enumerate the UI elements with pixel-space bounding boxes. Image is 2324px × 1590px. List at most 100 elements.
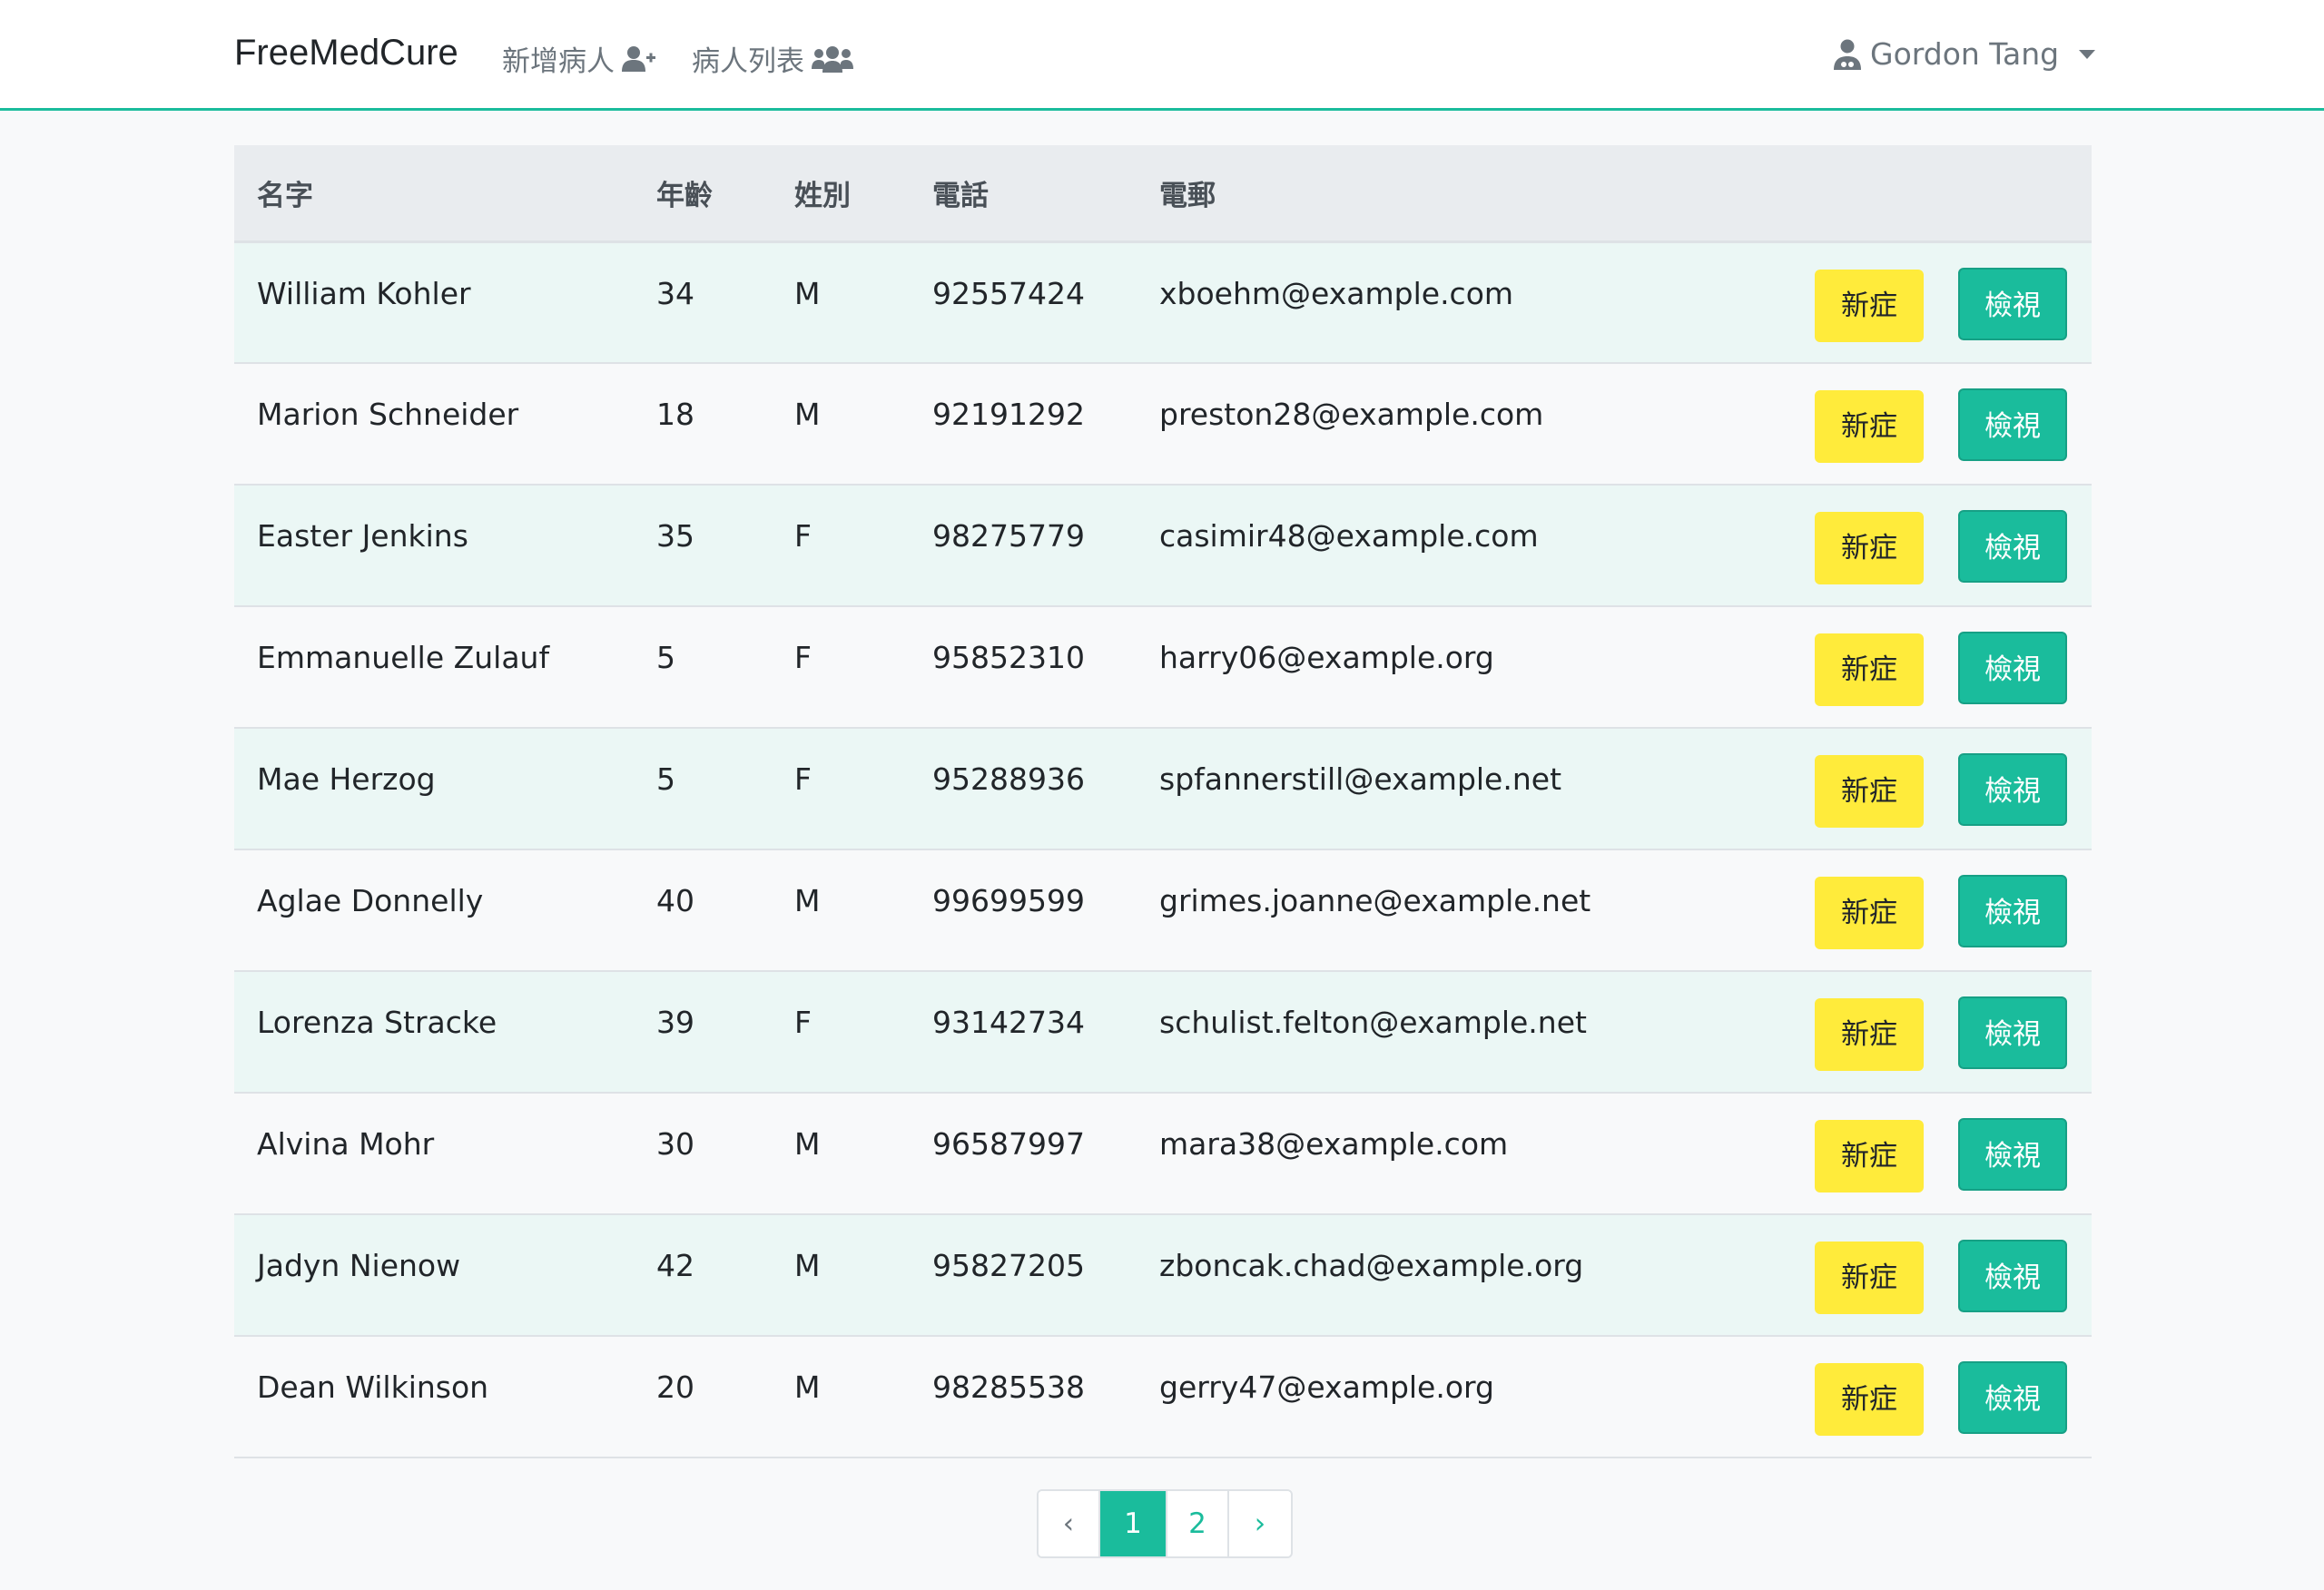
cell-phone: 95827205	[932, 1248, 1085, 1283]
cell-phone: 96587997	[932, 1126, 1085, 1162]
cell-sex: F	[794, 1005, 812, 1040]
cell-email: gerry47@example.org	[1159, 1369, 1494, 1405]
pagination: ‹ 1 2 ›	[1037, 1489, 1293, 1558]
cell-name: Jadyn Nienow	[257, 1248, 461, 1283]
cell-age: 18	[656, 397, 694, 432]
cell-age: 5	[656, 761, 675, 797]
header-name: 名字	[234, 145, 634, 243]
view-button[interactable]: 檢視	[1958, 875, 2067, 947]
pagination-page-2[interactable]: 2	[1167, 1491, 1229, 1556]
user-doctor-icon	[1834, 39, 1861, 70]
cell-name: Alvina Mohr	[257, 1126, 435, 1162]
header-email: 電郵	[1137, 145, 1754, 243]
pagination-prev[interactable]: ‹	[1039, 1491, 1100, 1556]
cell-sex: M	[794, 397, 821, 432]
cell-actions: 新症 檢視	[1754, 728, 2092, 849]
cell-actions: 新症 檢視	[1754, 363, 2092, 485]
table-row: William Kohler 34 M 92557424 xboehm@example.…	[234, 241, 2092, 363]
cell-name: Dean Wilkinson	[257, 1369, 489, 1405]
new-case-button[interactable]: 新症	[1815, 877, 1924, 949]
cell-phone: 99699599	[932, 883, 1085, 918]
cell-actions: 新症 檢視	[1754, 971, 2092, 1093]
pagination-page-1[interactable]: 1	[1100, 1491, 1167, 1556]
view-button[interactable]: 檢視	[1958, 996, 2067, 1069]
table-row: Alvina Mohr 30 M 96587997 mara38@example.com…	[234, 1093, 2092, 1214]
new-case-button[interactable]: 新症	[1815, 633, 1924, 706]
users-icon	[812, 45, 853, 73]
cell-phone: 98275779	[932, 518, 1085, 554]
cell-email: xboehm@example.com	[1159, 275, 1514, 311]
cell-age: 34	[656, 275, 694, 311]
new-case-button[interactable]: 新症	[1815, 998, 1924, 1071]
table-row: Easter Jenkins 35 F 98275779 casimir48@examp…	[234, 485, 2092, 606]
nav-add-patient[interactable]: 新增病人	[502, 38, 656, 79]
header-actions	[1754, 145, 2092, 243]
cell-age: 20	[656, 1369, 694, 1405]
navbar: FreeMedCure 新增病人 病人列表 Gordon Tang	[0, 0, 2324, 111]
cell-email: grimes.joanne@example.net	[1159, 883, 1591, 918]
table-row: Dean Wilkinson 20 M 98285538 gerry47@example…	[234, 1336, 2092, 1458]
cell-age: 40	[656, 883, 694, 918]
header-sex: 姓別	[772, 145, 910, 243]
table-row: Aglae Donnelly 40 M 99699599 grimes.joanne@e…	[234, 849, 2092, 971]
patient-table-container: 名字 年齡 姓別 電話 電郵 William Kohler 34 M 92557424…	[234, 145, 2092, 1458]
cell-sex: F	[794, 518, 812, 554]
cell-name: Lorenza Stracke	[257, 1005, 497, 1040]
cell-name: Aglae Donnelly	[257, 883, 484, 918]
cell-sex: F	[794, 640, 812, 675]
table-row: Lorenza Stracke 39 F 93142734 schulist.felto…	[234, 971, 2092, 1093]
view-button[interactable]: 檢視	[1958, 510, 2067, 583]
cell-sex: M	[794, 1369, 821, 1405]
cell-actions: 新症 檢視	[1754, 606, 2092, 728]
view-button[interactable]: 檢視	[1958, 753, 2067, 826]
cell-sex: M	[794, 1248, 821, 1283]
table-row: Mae Herzog 5 F 95288936 spfannerstill@exampl…	[234, 728, 2092, 849]
cell-sex: F	[794, 761, 812, 797]
view-button[interactable]: 檢視	[1958, 388, 2067, 461]
cell-name: Emmanuelle Zulauf	[257, 640, 550, 675]
view-button[interactable]: 檢視	[1958, 267, 2067, 340]
view-button[interactable]: 檢視	[1958, 1118, 2067, 1191]
cell-sex: M	[794, 1126, 821, 1162]
new-case-button[interactable]: 新症	[1815, 269, 1924, 342]
table-body: William Kohler 34 M 92557424 xboehm@example.…	[234, 241, 2092, 1458]
view-button[interactable]: 檢視	[1958, 632, 2067, 704]
cell-phone: 92557424	[932, 275, 1085, 311]
cell-phone: 98285538	[932, 1369, 1085, 1405]
cell-email: harry06@example.org	[1159, 640, 1494, 675]
view-button[interactable]: 檢視	[1958, 1361, 2067, 1434]
pagination-next[interactable]: ›	[1229, 1491, 1291, 1556]
new-case-button[interactable]: 新症	[1815, 1363, 1924, 1436]
user-plus-icon	[622, 45, 655, 72]
cell-age: 30	[656, 1126, 694, 1162]
table-row: Emmanuelle Zulauf 5 F 95852310 harry06@examp…	[234, 606, 2092, 728]
cell-actions: 新症 檢視	[1754, 485, 2092, 606]
cell-phone: 92191292	[932, 397, 1085, 432]
cell-age: 5	[656, 640, 675, 675]
new-case-button[interactable]: 新症	[1815, 390, 1924, 463]
patient-table: 名字 年齡 姓別 電話 電郵 William Kohler 34 M 92557424…	[234, 145, 2092, 1458]
cell-actions: 新症 檢視	[1754, 241, 2092, 363]
new-case-button[interactable]: 新症	[1815, 1120, 1924, 1192]
cell-name: Marion Schneider	[257, 397, 519, 432]
new-case-button[interactable]: 新症	[1815, 512, 1924, 584]
brand-logo[interactable]: FreeMedCure	[234, 33, 458, 74]
header-age: 年齡	[634, 145, 772, 243]
nav-patient-list[interactable]: 病人列表	[692, 38, 853, 79]
new-case-button[interactable]: 新症	[1815, 755, 1924, 828]
cell-email: spfannerstill@example.net	[1159, 761, 1562, 797]
new-case-button[interactable]: 新症	[1815, 1242, 1924, 1314]
cell-actions: 新症 檢視	[1754, 1214, 2092, 1336]
view-button[interactable]: 檢視	[1958, 1240, 2067, 1312]
cell-email: mara38@example.com	[1159, 1126, 1509, 1162]
table-row: Jadyn Nienow 42 M 95827205 zboncak.chad@exam…	[234, 1214, 2092, 1336]
user-menu-dropdown[interactable]: Gordon Tang	[1834, 36, 2096, 72]
cell-email: schulist.felton@example.net	[1159, 1005, 1587, 1040]
chevron-down-icon	[2079, 49, 2096, 59]
header-phone: 電話	[910, 145, 1137, 243]
cell-actions: 新症 檢視	[1754, 1336, 2092, 1458]
cell-email: zboncak.chad@example.org	[1159, 1248, 1584, 1283]
user-name: Gordon Tang	[1870, 36, 2060, 72]
cell-email: casimir48@example.com	[1159, 518, 1539, 554]
cell-actions: 新症 檢視	[1754, 1093, 2092, 1214]
